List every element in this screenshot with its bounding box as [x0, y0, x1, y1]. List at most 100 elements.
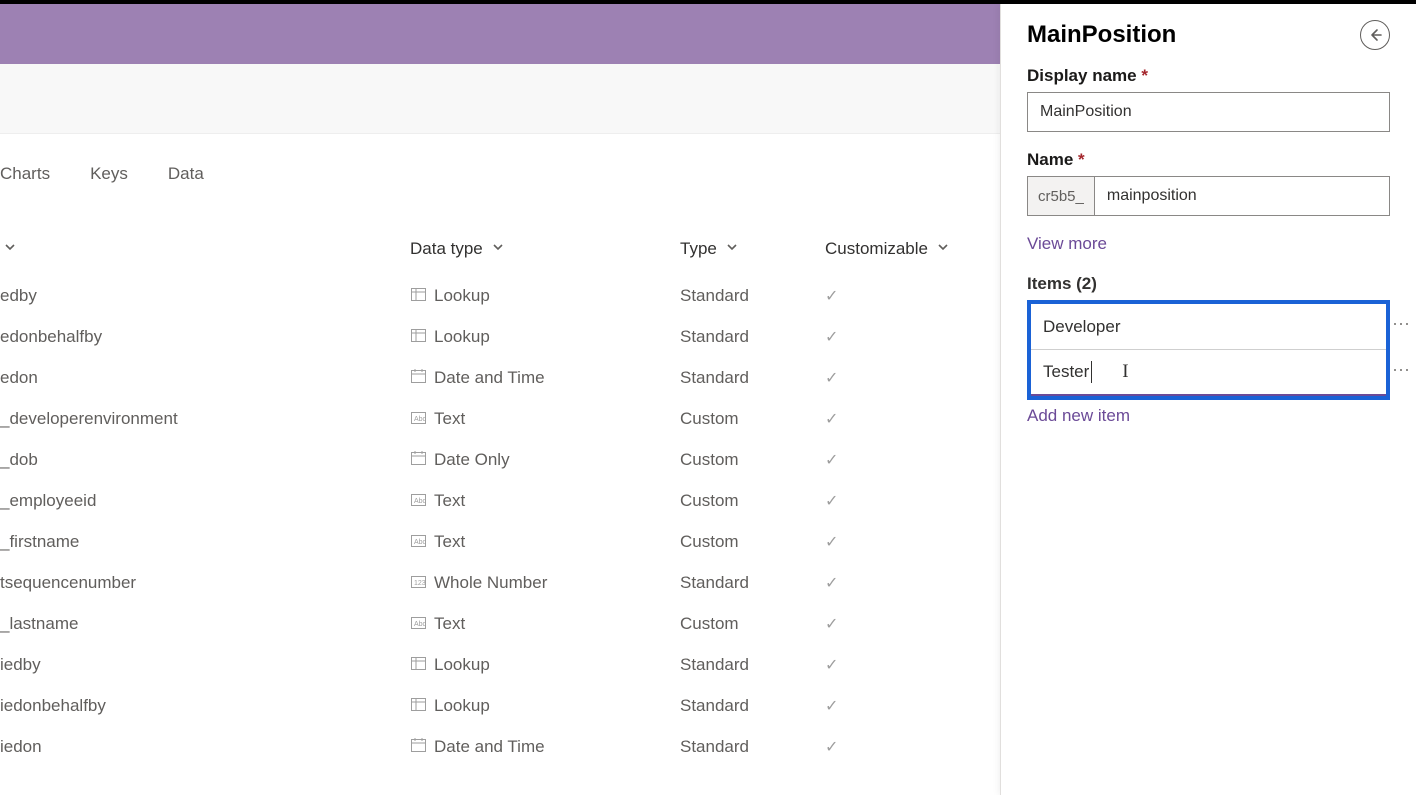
item-label: Tester [1043, 362, 1089, 382]
items-box: Developer Tester I [1027, 300, 1390, 400]
name-input[interactable] [1094, 176, 1390, 216]
check-icon: ✓ [825, 288, 838, 305]
display-name-input[interactable] [1027, 92, 1390, 132]
column-header-customizable[interactable]: Customizable [825, 239, 985, 259]
table-row[interactable]: _employeeidAbcTextCustom✓ [0, 480, 1000, 521]
cell-name: iedon [0, 737, 410, 757]
table-row[interactable]: iedbyLookupStandard✓ [0, 644, 1000, 685]
table-row[interactable]: edonbehalfbyLookupStandard✓ [0, 316, 1000, 357]
datatype-icon: Abc [410, 411, 426, 425]
tab-charts[interactable]: Charts [0, 164, 50, 184]
cell-datatype: Lookup [410, 696, 680, 716]
panel-title: MainPosition [1027, 21, 1176, 49]
table-row[interactable]: iedonbehalfbyLookupStandard✓ [0, 685, 1000, 726]
datatype-icon [410, 738, 426, 752]
text-caret [1091, 361, 1092, 383]
cell-type: Custom [680, 614, 825, 634]
datatype-icon [410, 697, 426, 711]
cell-name: iedonbehalfby [0, 696, 410, 716]
back-button[interactable] [1360, 20, 1390, 50]
cell-type: Custom [680, 409, 825, 429]
datatype-icon [410, 328, 426, 342]
view-more-link[interactable]: View more [1027, 234, 1107, 254]
check-icon: ✓ [825, 575, 838, 592]
add-new-item-link[interactable]: Add new item [1027, 406, 1390, 426]
cell-customizable: ✓ [825, 409, 985, 429]
tabs: Charts Keys Data [0, 134, 1000, 194]
datatype-icon: Abc [410, 616, 426, 630]
cell-datatype: 123Whole Number [410, 573, 680, 593]
cell-datatype: Lookup [410, 655, 680, 675]
arrow-left-icon [1367, 27, 1383, 43]
cell-customizable: ✓ [825, 327, 985, 347]
item-row[interactable]: Developer [1031, 304, 1386, 350]
svg-text:Abc: Abc [414, 621, 426, 628]
column-header-type[interactable]: Type [680, 239, 825, 259]
chevron-down-icon [937, 241, 949, 253]
table-row[interactable]: _developerenvironmentAbcTextCustom✓ [0, 398, 1000, 439]
column-header-name[interactable] [0, 239, 410, 259]
item-row-active[interactable]: Tester I [1031, 350, 1386, 396]
cell-name: _employeeid [0, 491, 410, 511]
cell-datatype: AbcText [410, 532, 680, 552]
check-icon: ✓ [825, 411, 838, 428]
cell-customizable: ✓ [825, 573, 985, 593]
cell-name: _lastname [0, 614, 410, 634]
table-row[interactable]: _dobDate OnlyCustom✓ [0, 439, 1000, 480]
check-icon: ✓ [825, 493, 838, 510]
main-content: Charts Keys Data Data type Type Customiz… [0, 64, 1000, 795]
tab-data[interactable]: Data [168, 164, 204, 184]
table-row[interactable]: edbyLookupStandard✓ [0, 275, 1000, 316]
cell-customizable: ✓ [825, 286, 985, 306]
item-label: Developer [1043, 317, 1374, 337]
cell-datatype: Date and Time [410, 368, 680, 388]
cell-customizable: ✓ [825, 696, 985, 716]
cell-datatype: AbcText [410, 491, 680, 511]
item-more-menu[interactable]: ⋯ [1392, 360, 1410, 381]
datatype-icon: Abc [410, 493, 426, 507]
cell-name: _developerenvironment [0, 409, 410, 429]
cell-type: Standard [680, 655, 825, 675]
cell-datatype: AbcText [410, 614, 680, 634]
cell-datatype: Date Only [410, 450, 680, 470]
cell-name: _dob [0, 450, 410, 470]
cell-customizable: ✓ [825, 655, 985, 675]
check-icon: ✓ [825, 657, 838, 674]
cell-type: Standard [680, 286, 825, 306]
cell-datatype: Lookup [410, 327, 680, 347]
datatype-icon [410, 287, 426, 301]
cell-type: Standard [680, 737, 825, 757]
check-icon: ✓ [825, 534, 838, 551]
table-row[interactable]: edonDate and TimeStandard✓ [0, 357, 1000, 398]
table-row[interactable]: tsequencenumber123Whole NumberStandard✓ [0, 562, 1000, 603]
cell-type: Custom [680, 532, 825, 552]
tab-keys[interactable]: Keys [90, 164, 128, 184]
table-row[interactable]: _firstnameAbcTextCustom✓ [0, 521, 1000, 562]
cell-datatype: Date and Time [410, 737, 680, 757]
cell-customizable: ✓ [825, 491, 985, 511]
column-header-datatype[interactable]: Data type [410, 239, 680, 259]
cell-customizable: ✓ [825, 532, 985, 552]
cell-name: edby [0, 286, 410, 306]
check-icon: ✓ [825, 370, 838, 387]
cell-customizable: ✓ [825, 737, 985, 757]
datatype-icon [410, 369, 426, 383]
chevron-down-icon [726, 241, 738, 253]
table-row[interactable]: iedonDate and TimeStandard✓ [0, 726, 1000, 767]
cell-type: Standard [680, 573, 825, 593]
table-row[interactable]: _lastnameAbcTextCustom✓ [0, 603, 1000, 644]
cell-type: Standard [680, 368, 825, 388]
datatype-icon [410, 451, 426, 465]
top-border [0, 0, 1416, 4]
items-title: Items (2) [1027, 274, 1390, 294]
check-icon: ✓ [825, 698, 838, 715]
check-icon: ✓ [825, 452, 838, 469]
datatype-icon: 123 [410, 575, 426, 589]
check-icon: ✓ [825, 616, 838, 633]
cell-name: tsequencenumber [0, 573, 410, 593]
cell-type: Standard [680, 696, 825, 716]
item-more-menu[interactable]: ⋯ [1392, 314, 1410, 335]
table-body: edbyLookupStandard✓edonbehalfbyLookupSta… [0, 275, 1000, 767]
cell-datatype: Lookup [410, 286, 680, 306]
cell-customizable: ✓ [825, 450, 985, 470]
